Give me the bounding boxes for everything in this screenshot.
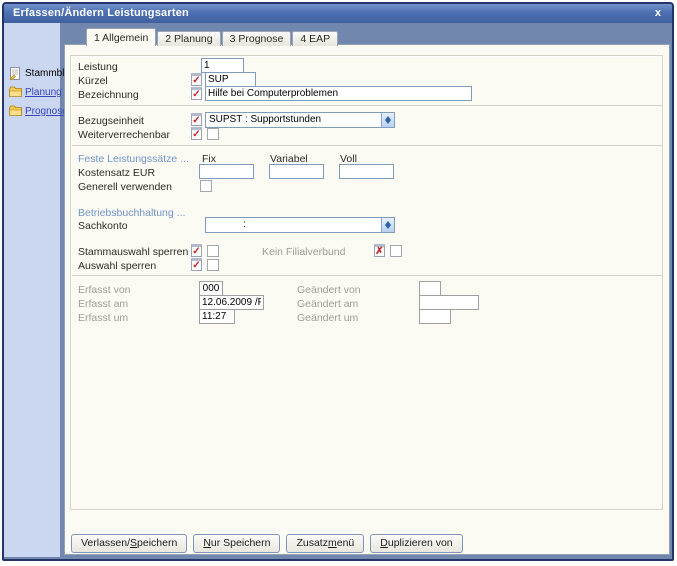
verlassen-speichern-button[interactable]: Verlassen/Speichern bbox=[71, 534, 187, 553]
tab-bar: 1 Allgemein 2 Planung 3 Prognose 4 EAP bbox=[86, 27, 339, 46]
sachkonto-value: : bbox=[243, 219, 246, 230]
kostensatz-fix-input[interactable] bbox=[199, 164, 254, 179]
kostensatz-variabel-input[interactable] bbox=[269, 164, 324, 179]
generell-verwenden-checkbox[interactable] bbox=[200, 180, 212, 192]
erfasst-um-input bbox=[199, 309, 235, 324]
erfasst-von-label: Erfasst von bbox=[78, 284, 131, 296]
tab-eap[interactable]: 4 EAP bbox=[292, 31, 338, 46]
dialog-window: Erfassen/Ändern Leistungsarten x Stammbl… bbox=[2, 2, 674, 561]
sachkonto-label: Sachkonto bbox=[78, 220, 128, 232]
kostensatz-label: Kostensatz EUR bbox=[78, 167, 155, 179]
sidebar: Stammblatt Planung Progn bbox=[4, 23, 60, 557]
generell-verwenden-label: Generell verwenden bbox=[78, 181, 172, 193]
sachkonto-dropdown[interactable]: : bbox=[205, 217, 395, 233]
dropdown-arrows-icon[interactable] bbox=[381, 218, 394, 232]
window-title: Erfassen/Ändern Leistungsarten bbox=[13, 4, 189, 23]
bezugseinheit-value: SUPST : Supportstunden bbox=[209, 114, 321, 125]
separator bbox=[72, 275, 662, 276]
required-check-icon: ✓ bbox=[191, 113, 202, 126]
stammauswahl-sperren-label: Stammauswahl sperren bbox=[78, 246, 188, 258]
title-bar: Erfassen/Ändern Leistungsarten x bbox=[4, 4, 672, 23]
kein-filialverbund-checkbox[interactable] bbox=[390, 245, 402, 257]
tab-prognose[interactable]: 3 Prognose bbox=[222, 31, 292, 46]
sheet-icon bbox=[9, 67, 22, 79]
sidebar-item-label: Planung bbox=[25, 87, 62, 98]
geaendert-am-label: Geändert am bbox=[297, 298, 358, 310]
sidebar-item-prognose[interactable]: Prognose bbox=[9, 105, 68, 117]
screen: Erfassen/Ändern Leistungsarten x Stammbl… bbox=[0, 0, 677, 566]
geaendert-von-label: Geändert von bbox=[297, 284, 361, 296]
required-check-icon: ✓ bbox=[191, 258, 202, 271]
geaendert-um-input bbox=[419, 309, 451, 324]
sidebar-item-label: Prognose bbox=[25, 106, 68, 117]
nur-speichern-button[interactable]: Nur Speichern bbox=[193, 534, 280, 553]
tab-content-panel: Leistung Kürzel ✓ Bezeichnung ✓ Bezugsei… bbox=[64, 44, 670, 555]
bezugseinheit-dropdown[interactable]: SUPST : Supportstunden bbox=[205, 112, 395, 128]
kein-filialverbund-label: Kein Filialverbund bbox=[262, 246, 345, 258]
button-row: Verlassen/Speichern Nur Speichern Zusatz… bbox=[71, 534, 463, 553]
kuerzel-input[interactable] bbox=[205, 72, 256, 87]
bezeichnung-input[interactable] bbox=[205, 86, 472, 101]
separator bbox=[72, 145, 662, 146]
close-icon[interactable]: x bbox=[655, 4, 661, 22]
folder-icon bbox=[9, 86, 22, 98]
required-check-icon: ✓ bbox=[191, 244, 202, 257]
zusatzmenue-button[interactable]: Zusatzmenü bbox=[286, 534, 364, 553]
duplizieren-von-button[interactable]: Duplizieren von bbox=[370, 534, 462, 553]
erfasst-am-label: Erfasst am bbox=[78, 298, 128, 310]
stammauswahl-sperren-checkbox[interactable] bbox=[207, 245, 219, 257]
bezeichnung-label: Bezeichnung bbox=[78, 89, 139, 101]
leistung-label: Leistung bbox=[78, 61, 118, 73]
geaendert-um-label: Geändert um bbox=[297, 312, 358, 324]
kuerzel-label: Kürzel bbox=[78, 75, 108, 87]
required-check-icon: ✓ bbox=[191, 127, 202, 140]
folder-icon bbox=[9, 105, 22, 117]
weiterverrechenbar-label: Weiterverrechenbar bbox=[78, 129, 170, 141]
weiterverrechenbar-checkbox[interactable] bbox=[207, 128, 219, 140]
geaendert-am-input bbox=[419, 295, 479, 310]
sidebar-item-planung[interactable]: Planung bbox=[9, 86, 62, 98]
feste-leistungssaetze-section-label: Feste Leistungssätze ... bbox=[78, 153, 189, 165]
separator bbox=[72, 105, 662, 106]
required-check-icon: ✓ bbox=[191, 87, 202, 100]
geaendert-von-input bbox=[419, 281, 441, 296]
dropdown-arrows-icon[interactable] bbox=[381, 113, 394, 127]
auswahl-sperren-label: Auswahl sperren bbox=[78, 260, 156, 272]
tab-planung[interactable]: 2 Planung bbox=[157, 31, 220, 46]
betriebsbuchhaltung-section-label: Betriebsbuchhaltung ... bbox=[78, 207, 185, 219]
erfasst-am-input bbox=[199, 295, 264, 310]
kostensatz-voll-input[interactable] bbox=[339, 164, 394, 179]
bezugseinheit-label: Bezugseinheit bbox=[78, 115, 144, 127]
auswahl-sperren-checkbox[interactable] bbox=[207, 259, 219, 271]
tab-allgemein[interactable]: 1 Allgemein bbox=[86, 28, 156, 46]
erfasst-von-input bbox=[199, 281, 223, 296]
blocked-cross-icon: ✗ bbox=[374, 244, 385, 257]
erfasst-um-label: Erfasst um bbox=[78, 312, 128, 324]
required-check-icon: ✓ bbox=[191, 73, 202, 86]
leistung-input[interactable] bbox=[201, 58, 244, 73]
